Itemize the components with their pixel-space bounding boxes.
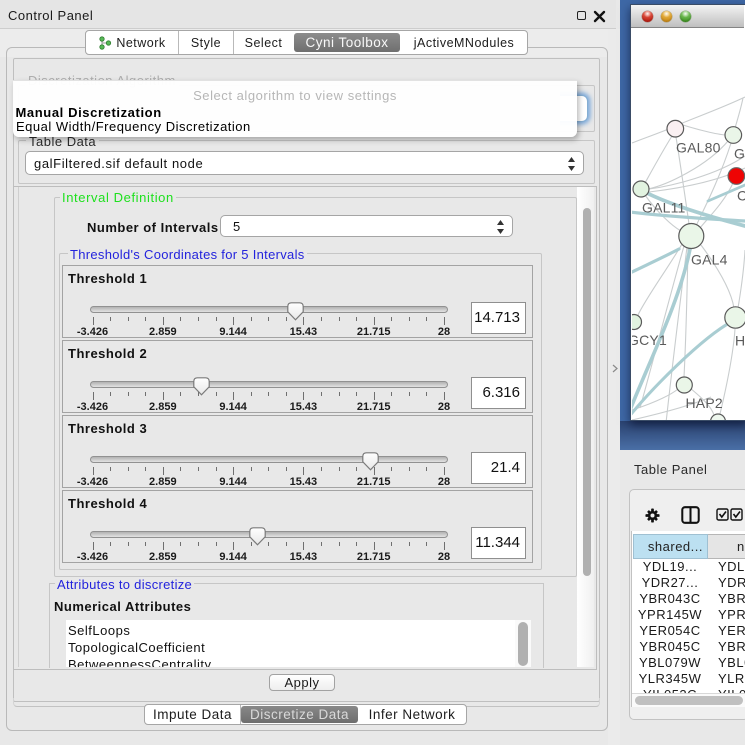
svg-text:CY: CY xyxy=(737,188,745,204)
svg-text:GAL4: GAL4 xyxy=(691,252,728,268)
svg-text:HAP2: HAP2 xyxy=(686,395,723,411)
svg-text:H: H xyxy=(735,333,745,349)
svg-text:GAL80: GAL80 xyxy=(676,140,721,156)
svg-text:GAL11: GAL11 xyxy=(642,200,686,216)
svg-text:GAL1: GAL1 xyxy=(734,146,745,162)
svg-text:GCY1: GCY1 xyxy=(632,332,667,348)
